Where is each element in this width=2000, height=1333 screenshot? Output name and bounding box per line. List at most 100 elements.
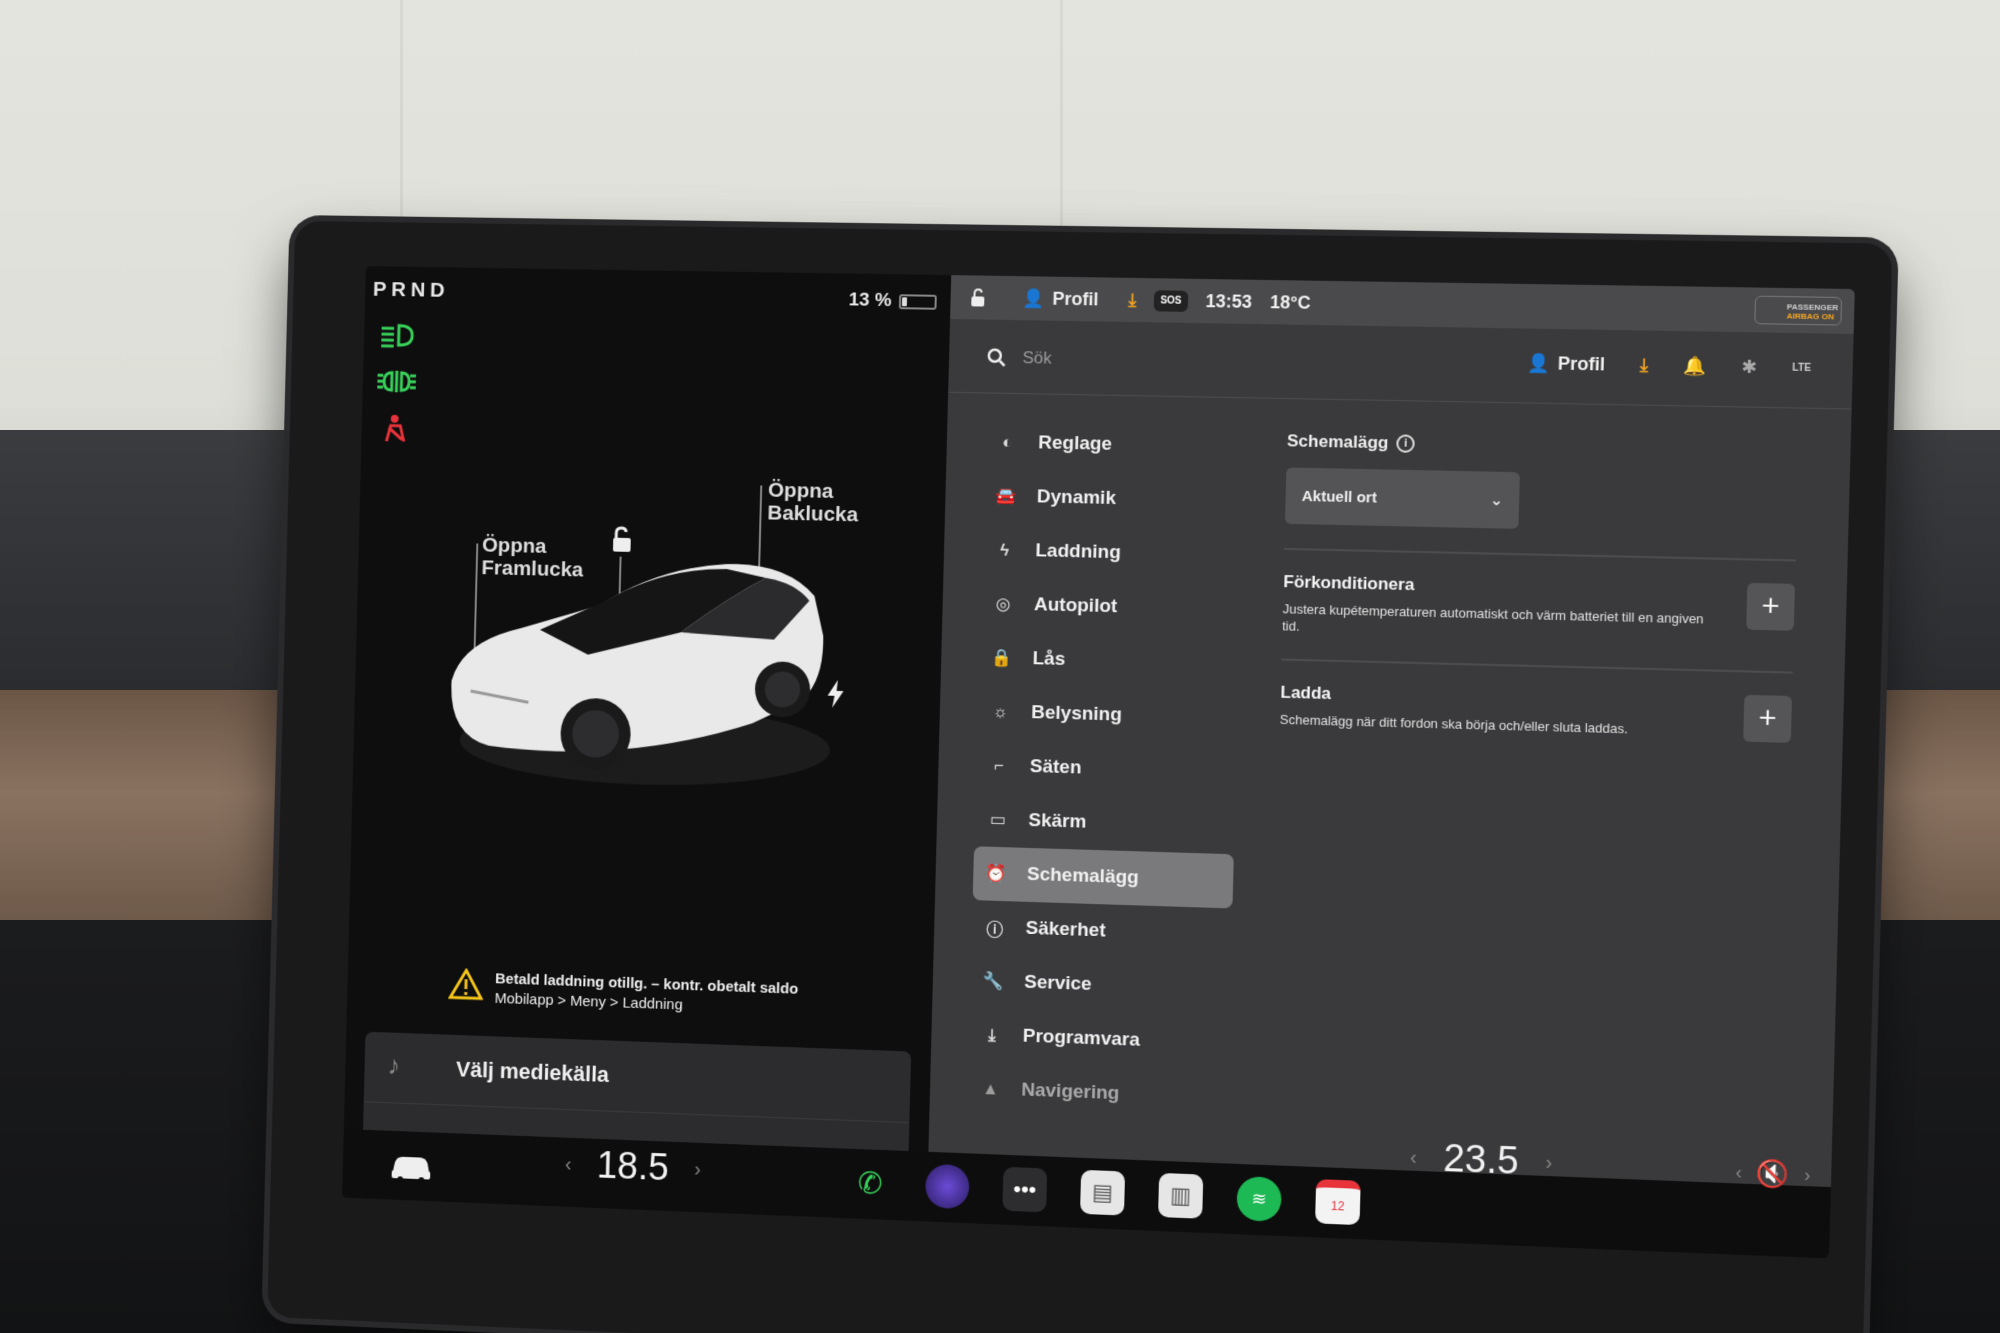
menu-label: Dynamik <box>1037 486 1117 510</box>
paid-charging-warning[interactable]: Betald laddning otillg. – kontr. obetalt… <box>448 968 819 1021</box>
low-beam-icon <box>377 320 418 350</box>
profile-button[interactable]: 👤 Profil <box>1527 353 1606 376</box>
menu-item-navigering[interactable]: ▲ Navigering <box>967 1062 1228 1126</box>
phone-icon[interactable]: ✆ <box>848 1161 893 1206</box>
manual-icon[interactable]: ▤ <box>1080 1170 1125 1216</box>
spotify-icon[interactable]: ≋ <box>1236 1176 1281 1222</box>
info-icon[interactable]: i <box>1396 434 1415 453</box>
menu-label: Skärm <box>1028 810 1086 834</box>
seat-icon: ⌐ <box>988 755 1010 778</box>
schedule-content: Schemalägg i Aktuell ort ⌄ Förkonditione… <box>1280 431 1799 742</box>
profile-status[interactable]: 👤 Profil <box>1022 288 1099 310</box>
charge-title: Ladda <box>1280 683 1719 715</box>
download-icon[interactable]: ⤓ <box>1640 355 1649 376</box>
menu-item-reglage[interactable]: ◐ Reglage <box>984 415 1245 474</box>
add-precondition-button[interactable]: + <box>1746 583 1795 631</box>
trunk-label-line2: Baklucka <box>767 502 858 527</box>
menu-item-autopilot[interactable]: ◎ Autopilot <box>980 577 1241 637</box>
header-icons: 👤 Profil ⤓ 🔔 ✱ LTE <box>1527 353 1812 379</box>
menu-item-schemalagg[interactable]: ⏰ Schemalägg <box>973 846 1234 908</box>
car-controls-icon[interactable] <box>389 1148 434 1183</box>
battery-percent: 13 % <box>848 289 891 312</box>
passenger-temperature-control[interactable]: ‹ 23.5 › <box>1409 1136 1552 1185</box>
settings-search[interactable]: Sök <box>987 348 1052 369</box>
sos-label: SOS <box>1154 290 1188 312</box>
photo-scene: PRND 13 % Öppna Framlucka Öppna Baklucka… <box>0 0 2000 1333</box>
search-placeholder: Sök <box>1022 348 1052 368</box>
driver-temperature-control[interactable]: ‹ 18.5 › <box>564 1144 701 1192</box>
menu-label: Navigering <box>1021 1080 1120 1106</box>
menu-item-las[interactable]: 🔒 Lås <box>978 631 1239 692</box>
person-icon: 👤 <box>1527 353 1550 375</box>
menu-item-saten[interactable]: ⌐ Säten <box>975 739 1236 800</box>
chevron-right-icon[interactable]: › <box>1804 1165 1811 1187</box>
volume-control[interactable]: ‹ 🔇 › <box>1735 1157 1811 1191</box>
gear-indicator: PRND <box>373 278 450 303</box>
precondition-description: Justera kupétemperaturen automatiskt och… <box>1282 600 1722 645</box>
menu-label: Säten <box>1030 756 1082 779</box>
chevron-left-icon[interactable]: ‹ <box>565 1153 572 1176</box>
battery-icon <box>899 294 937 310</box>
schedule-heading-text: Schemalägg <box>1287 431 1389 453</box>
chevron-left-icon[interactable]: ‹ <box>1735 1162 1742 1184</box>
location-dropdown[interactable]: Aktuell ort ⌄ <box>1285 467 1520 528</box>
toggle-icon: ◐ <box>996 432 1018 454</box>
settings-header: Sök 👤 Profil ⤓ 🔔 ✱ LTE <box>948 323 1853 410</box>
fog-light-icon <box>376 366 417 396</box>
chevron-down-icon: ⌄ <box>1490 491 1503 509</box>
add-charge-schedule-button[interactable]: + <box>1743 695 1792 743</box>
notification-bell-icon[interactable]: 🔔 <box>1683 356 1707 378</box>
menu-label: Säkerhet <box>1025 918 1106 943</box>
location-dropdown-value: Aktuell ort <box>1302 487 1378 506</box>
download-icon: ⤓ <box>981 1024 1003 1047</box>
display-icon: ▭ <box>986 809 1008 832</box>
chevron-left-icon[interactable]: ‹ <box>1410 1146 1417 1169</box>
precondition-card: Förkonditionera Justera kupétemperaturen… <box>1282 572 1795 647</box>
unlock-icon <box>968 287 988 307</box>
settings-menu: ◐ Reglage 🚘 Dynamik ϟ Laddning ◎ Autopilot 🔒… <box>967 415 1245 1125</box>
chevron-right-icon[interactable]: › <box>1545 1152 1552 1176</box>
settings-panel: 👤 Profil ⤓ SOS 13:53 18°C PASSENGER AIRB… <box>927 275 1855 1258</box>
menu-item-skarm[interactable]: ▭ Skärm <box>974 792 1235 854</box>
menu-label: Lås <box>1032 648 1065 671</box>
media-source-selector[interactable]: ♪ Välj mediekälla <box>364 1032 911 1124</box>
divider <box>1284 548 1795 562</box>
menu-item-laddning[interactable]: ϟ Laddning <box>981 523 1242 583</box>
camera-icon[interactable] <box>925 1164 970 1210</box>
calendar-icon[interactable]: 12 <box>1315 1179 1361 1225</box>
lock-icon: 🔒 <box>991 647 1013 670</box>
charge-card: Ladda Schemalägg när ditt fordon ska bör… <box>1280 683 1792 742</box>
alert-circle-icon: ⓘ <box>984 916 1006 939</box>
warning-triangle-icon <box>448 968 484 1001</box>
sun-icon: ☼ <box>989 701 1011 724</box>
menu-item-service[interactable]: 🔧 Service <box>970 954 1231 1017</box>
menu-item-dynamik[interactable]: 🚘 Dynamik <box>982 469 1243 529</box>
trunk-label-line1: Öppna <box>768 479 859 504</box>
sos-button[interactable]: SOS <box>1154 290 1188 312</box>
person-icon: 👤 <box>1022 288 1045 309</box>
passenger-airbag-status: PASSENGER AIRBAG ON <box>1754 296 1842 326</box>
touchscreen: PRND 13 % Öppna Framlucka Öppna Baklucka… <box>342 266 1855 1258</box>
app-dock: ✆ ••• ▤ ▥ ≋ 12 <box>848 1161 1361 1225</box>
open-trunk-button[interactable]: Öppna Baklucka <box>767 479 859 527</box>
precondition-title: Förkonditionera <box>1283 572 1722 603</box>
bolt-icon: ϟ <box>993 539 1015 561</box>
more-apps-icon[interactable]: ••• <box>1002 1167 1047 1213</box>
menu-label: Laddning <box>1035 540 1121 564</box>
menu-item-sakerhet[interactable]: ⓘ Säkerhet <box>971 900 1232 963</box>
car-panel: PRND 13 % Öppna Framlucka Öppna Baklucka… <box>342 266 951 1221</box>
download-icon[interactable]: ⤓ <box>1128 289 1137 310</box>
profile-label: Profil <box>1558 353 1606 375</box>
menu-item-programvara[interactable]: ⤓ Programvara <box>968 1008 1229 1071</box>
toybox-icon[interactable]: ▥ <box>1158 1173 1203 1219</box>
bluetooth-icon[interactable]: ✱ <box>1741 357 1757 379</box>
mute-icon[interactable]: 🔇 <box>1756 1158 1790 1191</box>
search-icon <box>987 348 1007 368</box>
divider <box>1281 659 1792 674</box>
chevron-right-icon[interactable]: › <box>694 1159 701 1182</box>
menu-item-belysning[interactable]: ☼ Belysning <box>977 685 1238 746</box>
lte-signal-icon: LTE <box>1792 363 1811 375</box>
lock-status[interactable] <box>968 287 988 307</box>
car-3d-model <box>430 533 846 801</box>
charge-description: Schemalägg när ditt fordon ska börja och… <box>1280 711 1719 740</box>
